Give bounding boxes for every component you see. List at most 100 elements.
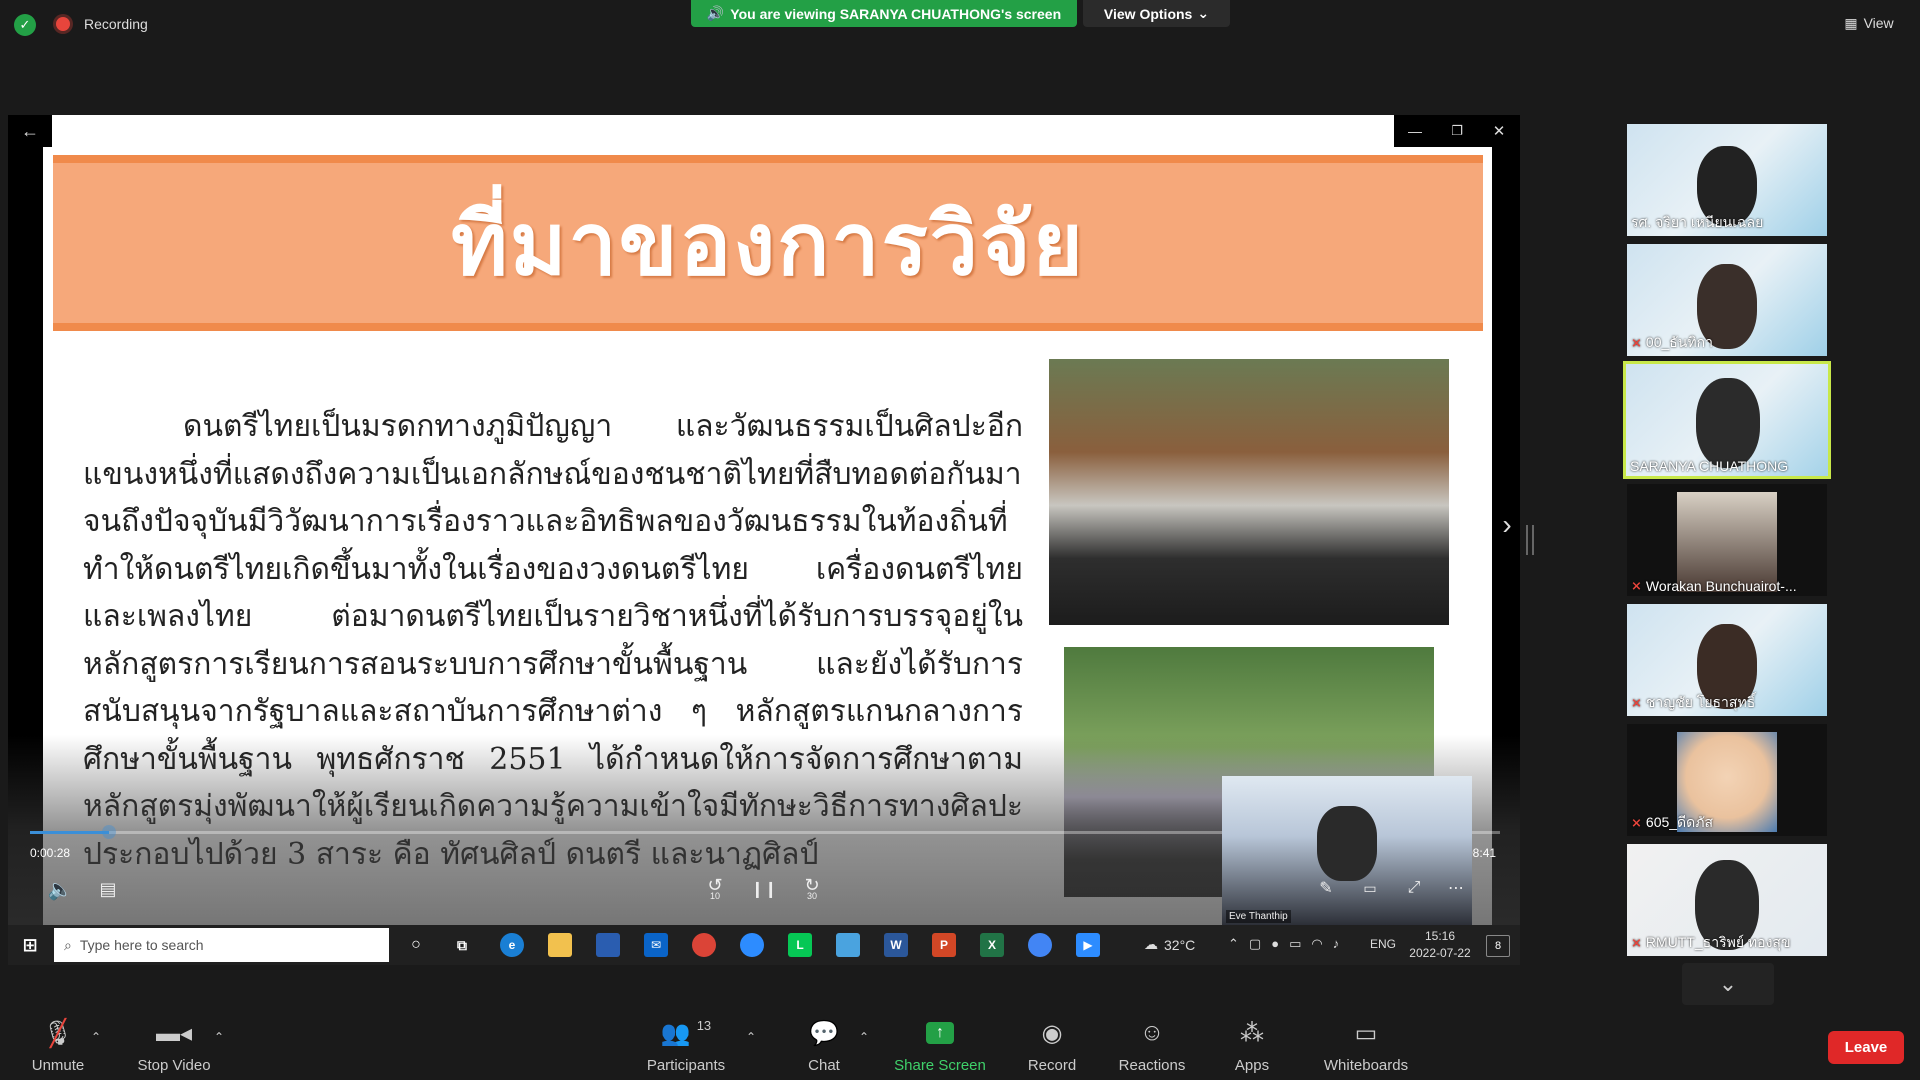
more-options-icon[interactable]: ⋯ (1444, 876, 1468, 900)
video-options-chevron-icon[interactable]: ⌃ (214, 1030, 224, 1044)
mail-icon[interactable]: ✉ (644, 933, 668, 957)
participant-tile[interactable]: ⨯ 00_ธันทิกา (1627, 244, 1827, 356)
participant-tile[interactable]: ⨯ ชาญชัย โยธาสุทธิ์ (1627, 604, 1827, 716)
zoom-icon[interactable] (740, 933, 764, 957)
participant-name: 605_ดีดภัส (1645, 814, 1714, 830)
participant-tile[interactable]: ⨯ Worakan Bunchuairot-... (1627, 484, 1827, 596)
whiteboards-button[interactable]: ▭ Whiteboards (1318, 1018, 1414, 1075)
speaker-tray-icon: ♪ (1332, 936, 1340, 951)
edge-icon[interactable]: e (500, 933, 524, 957)
viewing-screen-banner: 🔊 You are viewing SARANYA CHUATHONG's sc… (691, 0, 1077, 27)
fullscreen-icon[interactable]: ⤢ (1402, 876, 1426, 900)
view-layout-button[interactable]: ▦ View (1838, 10, 1900, 36)
progress-fill (30, 831, 110, 834)
panel-resize-handle[interactable] (1526, 525, 1534, 555)
participant-name-tag: ⨯ Worakan Bunchuairot-... (1631, 578, 1797, 594)
participants-options-chevron-icon[interactable]: ⌃ (746, 1030, 756, 1044)
record-button[interactable]: ◉ Record (1020, 1018, 1084, 1075)
next-slide-chevron-icon[interactable]: › (1494, 505, 1520, 545)
mini-player-icon[interactable]: ▭ (1358, 876, 1382, 900)
word-icon[interactable]: W (884, 933, 908, 957)
skip-back-button[interactable]: ↺ 10 (699, 875, 731, 903)
task-view-icon[interactable]: ⧉ (450, 933, 474, 957)
windows-start-icon[interactable]: ⊞ (18, 933, 42, 957)
participant-tile[interactable]: ⨯ RMUTT_ธาริพย์ ทองสุข (1627, 844, 1827, 956)
windows-taskbar: ⊞ ⌕ Type here to search ○ ⧉ e ✉ L W P X … (8, 925, 1520, 965)
mic-muted-icon: ⨯ (1631, 935, 1642, 950)
skip-forward-label: 30 (806, 890, 817, 901)
restore-icon[interactable]: ❐ (1436, 115, 1478, 147)
wifi-icon: ◠ (1311, 936, 1323, 951)
participant-tile[interactable]: รศ. จริยา เหนียนเฉลย (1627, 124, 1827, 236)
chat-options-chevron-icon[interactable]: ⌃ (859, 1030, 869, 1044)
participant-name: Worakan Bunchuairot-... (1645, 578, 1797, 594)
participant-name: ชาญชัย โยธาสุทธิ์ (1645, 694, 1756, 710)
powerpoint-icon[interactable]: P (932, 933, 956, 957)
pen-icon[interactable]: ✎ (1314, 876, 1338, 900)
chrome-profile-icon[interactable] (1028, 933, 1052, 957)
pip-name-label: Eve Thanthip (1226, 910, 1291, 923)
line-icon[interactable]: L (788, 933, 812, 957)
participant-name-tag: ⨯ 00_ธันทิกา (1631, 332, 1713, 354)
captions-icon[interactable]: ▤ (92, 875, 124, 903)
mic-muted-icon: ⨯ (1631, 335, 1642, 350)
taskbar-search-input[interactable]: ⌕ Type here to search (54, 928, 389, 962)
encryption-shield-icon[interactable]: ✓ (14, 14, 36, 36)
battery-icon: ▭ (1289, 936, 1302, 951)
unmute-button[interactable]: 🎙 ╱ Unmute (26, 1018, 90, 1075)
participant-name: SARANYA CHUATHONG (1630, 458, 1789, 474)
system-tray[interactable]: ⌃ ▢ ● ▭ ◠ ♪ (1228, 936, 1339, 952)
store-icon[interactable] (596, 933, 620, 957)
share-app-icon[interactable]: ▶ (1076, 933, 1100, 957)
thai-music-ensemble-photo (1049, 359, 1449, 625)
cortana-icon[interactable]: ○ (404, 933, 428, 957)
notifications-icon[interactable]: 8 (1486, 935, 1510, 957)
slide-title: ที่มาของการวิจัย (451, 194, 1085, 295)
tray-app-icon: ▢ (1248, 936, 1262, 951)
share-screen-button[interactable]: ↑ Share Screen (890, 1018, 990, 1074)
clock-date: 2022-07-22 (1409, 946, 1471, 960)
audio-options-chevron-icon[interactable]: ⌃ (91, 1030, 101, 1044)
chat-bubble-icon: 💬 (809, 1019, 839, 1047)
minimize-icon[interactable]: — (1394, 115, 1436, 147)
participant-tile[interactable]: ⨯ 605_ดีดภัส (1627, 724, 1827, 836)
excel-icon[interactable]: X (980, 933, 1004, 957)
notifications-count: 8 (1494, 940, 1502, 952)
pause-icon[interactable]: ❙❙ (748, 875, 780, 903)
gallery-scroll-down-chevron-icon[interactable]: ⌄ (1682, 963, 1774, 1005)
taskbar-clock[interactable]: 15:16 2022-07-22 (1404, 928, 1476, 962)
chrome-icon[interactable] (692, 933, 716, 957)
search-placeholder: Type here to search (79, 937, 204, 953)
participants-icon: 👥 13 (660, 1018, 712, 1047)
volume-icon[interactable]: 🔈 (44, 875, 76, 903)
slide-header: ที่มาของการวิจัย (53, 155, 1483, 331)
leave-button[interactable]: Leave (1828, 1031, 1904, 1064)
back-arrow-icon[interactable]: ← (8, 115, 52, 147)
participants-button[interactable]: 👥 13 Participants (638, 1018, 734, 1074)
file-explorer-icon[interactable] (548, 933, 572, 957)
mic-muted-icon: ⨯ (1631, 578, 1642, 593)
view-layout-label: View (1863, 15, 1894, 31)
app-icon[interactable] (836, 933, 860, 957)
view-options-button[interactable]: View Options ⌄ (1083, 0, 1230, 27)
weather-widget[interactable]: ☁ 32°C (1144, 936, 1195, 953)
unmute-label: Unmute (31, 1057, 85, 1074)
chat-button[interactable]: 💬 Chat (796, 1018, 852, 1075)
reactions-button[interactable]: ☺ Reactions (1114, 1018, 1190, 1074)
close-icon[interactable]: ✕ (1478, 115, 1520, 147)
stop-video-button[interactable]: ▬◂ Stop Video (134, 1018, 214, 1075)
apps-label: Apps (1234, 1057, 1270, 1074)
active-speaker-tile[interactable]: SARANYA CHUATHONG (1623, 361, 1831, 479)
language-indicator[interactable]: ENG (1370, 937, 1396, 951)
recording-label: Recording (84, 16, 148, 32)
participant-name: รศ. จริยา เหนียนเฉลย (1631, 214, 1764, 230)
share-screen-label: Share Screen (894, 1057, 986, 1074)
search-icon: ⌕ (64, 936, 72, 953)
view-options-label: View Options (1103, 5, 1193, 22)
participant-name-tag: รศ. จริยา เหนียนเฉลย (1631, 212, 1763, 234)
picture-in-picture-video[interactable]: Eve Thanthip ✎ ▭ ⤢ ⋯ (1222, 776, 1472, 926)
skip-forward-button[interactable]: ↻ 30 (796, 875, 828, 903)
mic-muted-icon: ⨯ (1631, 815, 1642, 830)
apps-button[interactable]: ⁂ Apps (1226, 1018, 1278, 1075)
participants-label: Participants (646, 1057, 726, 1074)
